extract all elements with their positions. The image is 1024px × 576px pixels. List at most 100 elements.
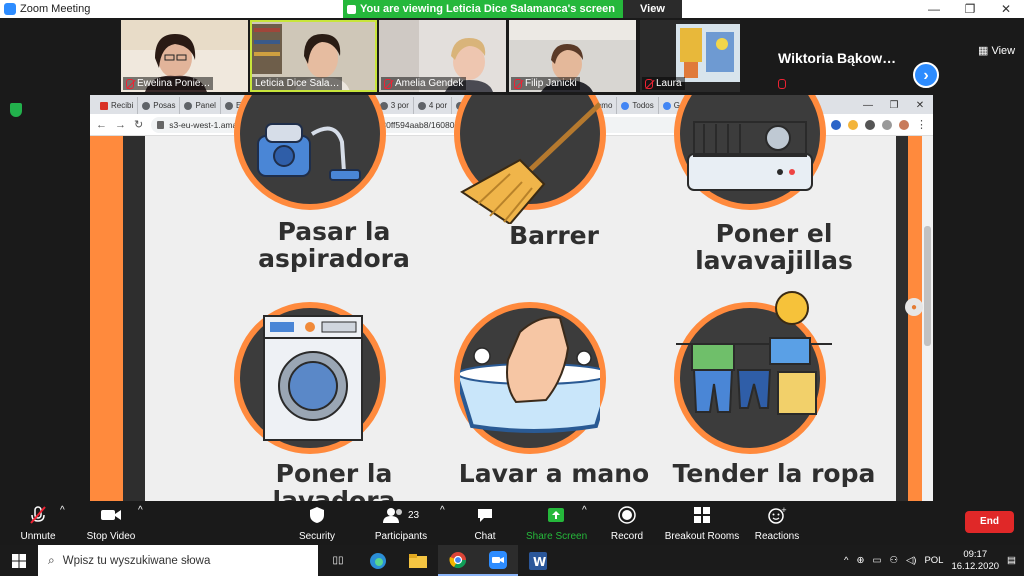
view-options-button[interactable]: View Options ▾ xyxy=(622,0,682,51)
tab-label: 4 por xyxy=(428,101,448,110)
share-screen-icon xyxy=(526,505,586,525)
start-button[interactable] xyxy=(0,545,38,576)
decorative-stripe xyxy=(123,136,145,501)
broom-icon xyxy=(460,102,602,226)
security-label: Security xyxy=(298,531,336,542)
breakout-rooms-button[interactable]: Breakout Rooms xyxy=(664,505,740,542)
unmute-label: Unmute xyxy=(20,531,56,542)
tab-label: 3 por xyxy=(390,101,409,110)
washing-machine-circle xyxy=(234,302,386,454)
scrollbar-thumb[interactable] xyxy=(924,226,931,346)
participant-tile[interactable]: Ewelina Ponie… xyxy=(121,20,248,92)
file-explorer-icon[interactable] xyxy=(398,545,438,576)
close-icon[interactable]: ✕ xyxy=(907,97,933,114)
unmute-button[interactable]: Unmute xyxy=(18,505,58,542)
reactions-label: Reactions xyxy=(754,531,800,542)
chrome-icon[interactable] xyxy=(438,545,478,576)
tab-label: Panel xyxy=(195,101,216,110)
close-icon[interactable]: ✕ xyxy=(988,0,1024,18)
end-meeting-button[interactable]: End xyxy=(965,511,1014,533)
svg-text:W: W xyxy=(533,555,546,569)
share-screen-button[interactable]: Share Screen xyxy=(526,505,588,542)
extension-icon[interactable] xyxy=(831,119,841,130)
participant-tile[interactable]: Amelia Gendek xyxy=(379,20,506,92)
participants-label: Participants xyxy=(374,531,428,542)
notifications-icon[interactable]: ▤ xyxy=(1007,555,1016,566)
view-button[interactable]: ▦ View xyxy=(978,44,1015,57)
vacuum-icon xyxy=(257,123,361,181)
network-icon[interactable]: ⚇ xyxy=(889,555,898,566)
participants-options-caret[interactable]: ^ xyxy=(440,505,445,516)
decorative-stripe xyxy=(896,136,908,501)
forward-icon[interactable]: → xyxy=(115,119,126,131)
windows-taskbar: ⌕ Wpisz tu wyszukiwane słowa ▯▯ W ^ ⊕ ▭ … xyxy=(0,545,1024,576)
microphone-float-icon[interactable]: ● xyxy=(905,298,923,316)
extension-icon[interactable] xyxy=(865,119,875,130)
profile-avatar[interactable] xyxy=(899,119,909,130)
participant-gallery: Ewelina Ponie… Leticia Dice Sala… Amelia… xyxy=(0,18,1024,94)
share-screen-label: Share Screen xyxy=(526,531,588,542)
extension-icon[interactable] xyxy=(848,119,858,130)
share-indicator-icon xyxy=(347,4,356,14)
share-options-caret[interactable]: ^ xyxy=(582,505,587,516)
viewing-banner: You are viewing Leticia Dice Salamanca's… xyxy=(343,0,682,51)
decorative-stripe xyxy=(908,136,922,501)
menu-icon[interactable]: ⋮ xyxy=(916,118,927,131)
browser-tab[interactable]: Posas xyxy=(138,97,181,114)
restore-icon[interactable]: ❐ xyxy=(952,0,988,18)
clock[interactable]: 09:17 16.12.2020 xyxy=(951,549,999,573)
security-button[interactable]: Security xyxy=(296,505,338,542)
participant-tile-active[interactable]: Leticia Dice Sala… xyxy=(250,20,377,92)
participants-icon: 23 xyxy=(372,505,430,525)
shield-icon xyxy=(296,505,338,525)
participant-name: Laura xyxy=(642,77,685,90)
zoom-taskbar-icon[interactable] xyxy=(478,545,518,576)
dishwasher-circle xyxy=(674,95,826,210)
muted-mic-icon xyxy=(778,79,786,89)
bluetooth-icon[interactable]: ⊕ xyxy=(856,555,864,566)
audio-options-caret[interactable]: ^ xyxy=(60,505,65,516)
taskbar-search[interactable]: ⌕ Wpisz tu wyszukiwane słowa xyxy=(38,545,318,576)
language-indicator[interactable]: POL xyxy=(924,555,943,566)
participant-tile-overflow[interactable]: Wiktoria Bąkow… xyxy=(772,20,912,92)
clock-date: 16.12.2020 xyxy=(951,560,1000,572)
battery-icon[interactable]: ▭ xyxy=(872,555,881,566)
restore-icon[interactable]: ❐ xyxy=(881,97,907,114)
chat-button[interactable]: Chat xyxy=(470,505,500,542)
reactions-button[interactable]: + Reactions xyxy=(754,505,800,542)
participants-button[interactable]: 23 Participants xyxy=(372,505,430,542)
dishwasher-icon xyxy=(687,121,813,191)
reload-icon[interactable]: ↻ xyxy=(134,118,143,131)
back-icon[interactable]: ← xyxy=(96,119,107,131)
record-button[interactable]: Record xyxy=(610,505,644,542)
viewing-message-text: You are viewing Leticia Dice Salamanca's… xyxy=(360,3,615,15)
extension-icon[interactable] xyxy=(882,119,892,130)
browser-tab[interactable]: Todos xyxy=(617,97,659,114)
minimize-icon[interactable]: — xyxy=(855,97,881,114)
volume-icon[interactable]: ◁) xyxy=(906,555,916,566)
window-controls: — ❐ ✕ xyxy=(916,0,1024,18)
muted-mic-icon xyxy=(18,505,58,525)
lock-icon xyxy=(157,120,165,129)
page-scrollbar[interactable] xyxy=(922,136,933,501)
chore-label: Poner la lavadora xyxy=(272,459,396,501)
browser-tab[interactable]: Panel xyxy=(180,97,221,114)
video-options-caret[interactable]: ^ xyxy=(138,505,143,516)
edge-icon[interactable] xyxy=(358,545,398,576)
participant-tile[interactable]: Laura xyxy=(640,20,740,92)
participant-name: Leticia Dice Sala… xyxy=(252,77,343,90)
participant-name: Ewelina Ponie… xyxy=(123,77,214,90)
encryption-shield-icon[interactable] xyxy=(10,103,22,117)
word-icon[interactable]: W xyxy=(518,545,558,576)
task-view-icon[interactable]: ▯▯ xyxy=(318,545,358,576)
browser-tab[interactable]: Recibi xyxy=(96,97,139,114)
windows-logo-icon xyxy=(12,553,26,568)
participant-tile[interactable]: Filip Janicki xyxy=(509,20,636,92)
stop-video-button[interactable]: Stop Video xyxy=(84,505,138,542)
browser-tab[interactable]: 4 por xyxy=(414,97,453,114)
tray-overflow-icon[interactable]: ^ xyxy=(844,555,848,566)
minimize-icon[interactable]: — xyxy=(916,0,952,18)
breakout-rooms-icon xyxy=(664,505,740,525)
next-page-button[interactable]: › xyxy=(913,62,939,88)
tab-favicon-icon xyxy=(621,101,630,110)
